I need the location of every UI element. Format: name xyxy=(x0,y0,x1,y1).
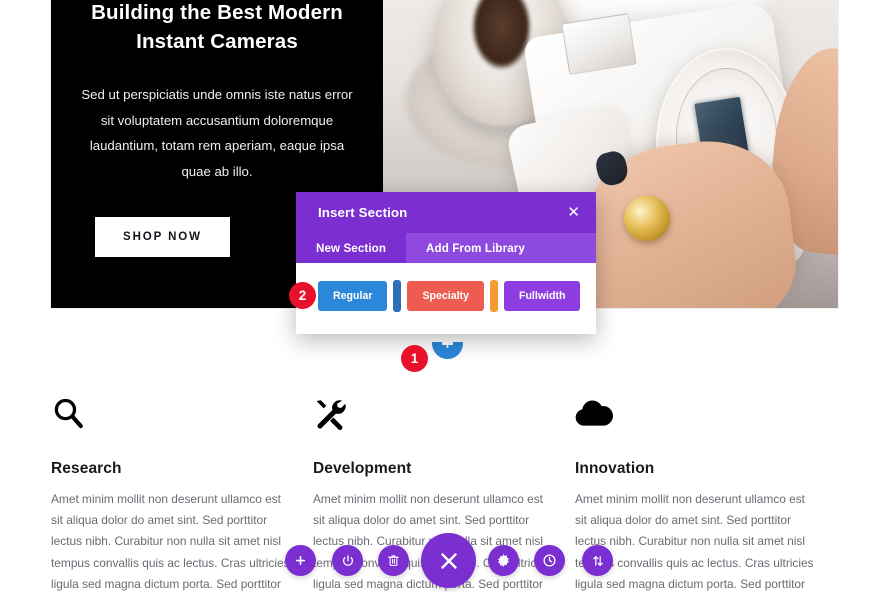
close-icon xyxy=(437,549,461,573)
settings-button[interactable] xyxy=(488,545,519,576)
power-icon xyxy=(341,554,355,568)
magnifier-icon xyxy=(51,396,291,436)
feature-body: Amet minim mollit non deserunt ullamco e… xyxy=(51,492,290,591)
hero-subtitle: Sed ut perspiciatis unde omnis iste natu… xyxy=(81,87,353,179)
cloud-icon xyxy=(575,396,815,436)
builder-page: Building the Best Modern Instant Cameras… xyxy=(0,0,880,592)
plus-icon xyxy=(294,554,307,567)
hero-title: Building the Best Modern Instant Cameras xyxy=(91,1,343,53)
modal-body: Regular Specialty Fullwidth xyxy=(296,263,596,334)
trash-icon xyxy=(387,554,400,567)
section-divider-blue xyxy=(393,280,402,312)
annotation-badge-2: 2 xyxy=(289,282,316,309)
regular-section-button[interactable]: Regular xyxy=(318,281,388,311)
exit-builder-button[interactable] xyxy=(421,533,476,588)
feature-title: Research xyxy=(51,460,122,477)
fullwidth-section-button[interactable]: Fullwidth xyxy=(503,281,581,311)
gear-icon xyxy=(496,553,511,568)
disable-button[interactable] xyxy=(332,545,363,576)
sort-arrows-icon xyxy=(591,554,605,568)
history-icon xyxy=(542,553,557,568)
feature-column-innovation: Innovation Amet minim mollit non deserun… xyxy=(575,396,837,592)
delete-button[interactable] xyxy=(378,545,409,576)
tools-icon xyxy=(313,396,553,436)
camera-flash xyxy=(561,12,637,75)
feature-body: Amet minim mollit non deserunt ullamco e… xyxy=(575,492,814,591)
modal-tab-bar: New Section Add From Library xyxy=(296,233,596,263)
modal-title: Insert Section xyxy=(318,205,408,220)
specialty-section-button[interactable]: Specialty xyxy=(407,281,484,311)
annotation-badge-1: 1 xyxy=(401,345,428,372)
add-module-button[interactable] xyxy=(285,545,316,576)
history-button[interactable] xyxy=(534,545,565,576)
tab-new-section[interactable]: New Section xyxy=(296,233,407,263)
modal-header: Insert Section ✕ xyxy=(296,192,596,233)
shop-now-button[interactable]: SHOP NOW xyxy=(95,217,230,257)
insert-section-modal: Insert Section ✕ New Section Add From Li… xyxy=(296,192,596,334)
feature-column-research: Research Amet minim mollit non deserunt … xyxy=(51,396,313,592)
close-icon[interactable]: ✕ xyxy=(567,205,580,220)
tab-add-from-library[interactable]: Add From Library xyxy=(406,233,545,263)
feature-title: Innovation xyxy=(575,460,655,477)
section-divider-orange xyxy=(489,280,498,312)
reorder-button[interactable] xyxy=(582,545,613,576)
feature-title: Development xyxy=(313,460,412,477)
